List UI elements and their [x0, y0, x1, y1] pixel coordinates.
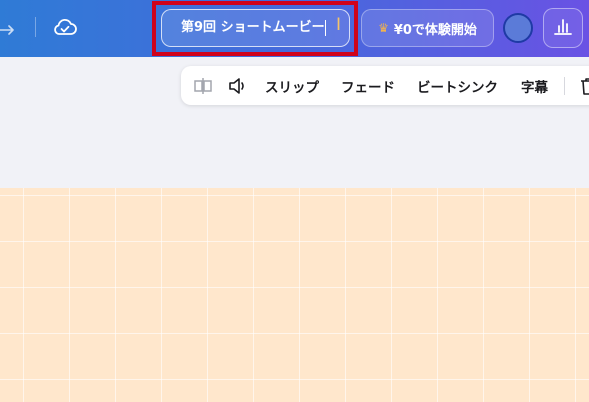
analytics-button[interactable]	[543, 8, 583, 48]
volume-icon[interactable]	[227, 66, 249, 105]
bar-chart-icon	[553, 16, 573, 40]
slip-button[interactable]: スリップ	[265, 66, 319, 105]
free-trial-button[interactable]: ♛ ¥0で体験開始	[361, 9, 494, 47]
text-caret	[324, 19, 327, 36]
video-canvas[interactable]	[0, 188, 589, 402]
topbar-divider	[35, 17, 36, 37]
split-icon[interactable]	[193, 66, 213, 105]
project-title-input[interactable]: 第9回 ショートムービー	[161, 9, 350, 47]
top-bar: 第9回 ショートムービー I ♛ ¥0で体験開始	[0, 0, 589, 57]
redo-icon[interactable]	[0, 16, 18, 38]
ibeam-cursor-icon: I	[336, 15, 342, 35]
trash-icon[interactable]	[578, 66, 589, 105]
crown-icon: ♛	[378, 21, 389, 35]
avatar[interactable]	[503, 13, 533, 43]
subtitles-button[interactable]: 字幕	[521, 66, 548, 105]
project-title-text: 第9回 ショートムービー	[181, 20, 325, 35]
fade-button[interactable]: フェード	[341, 66, 395, 105]
clip-toolbar: スリップ フェード ビートシンク 字幕	[181, 66, 589, 105]
cloud-check-icon[interactable]	[52, 14, 78, 40]
free-trial-label: ¥0で体験開始	[393, 22, 477, 38]
toolbar-divider	[564, 77, 565, 95]
beat-sync-button[interactable]: ビートシンク	[417, 66, 498, 105]
